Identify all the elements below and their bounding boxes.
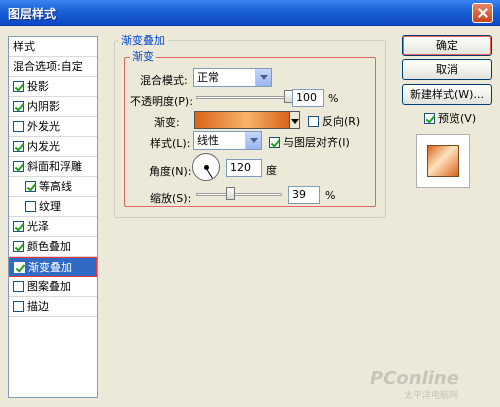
sidebar-item-label: 颜色叠加 <box>27 240 71 253</box>
ok-button[interactable]: 确定 <box>402 35 492 56</box>
group-title: 渐变叠加 <box>118 32 168 48</box>
gradient-style-value: 线性 <box>197 134 219 147</box>
sidebar-item-label: 描边 <box>27 300 49 313</box>
angle-dial-needle <box>205 167 213 179</box>
opacity-input[interactable]: 100 <box>292 89 324 107</box>
sidebar-item-checkbox[interactable] <box>13 121 24 132</box>
sidebar-item[interactable]: 内发光 <box>9 137 97 157</box>
sidebar-item[interactable]: 斜面和浮雕 <box>9 157 97 177</box>
scale-slider-thumb[interactable] <box>225 187 235 200</box>
title-bar <box>0 0 500 26</box>
reverse-checkbox[interactable] <box>308 116 319 127</box>
sidebar-item[interactable]: 等高线 <box>9 177 97 197</box>
sidebar-item[interactable]: 光泽 <box>9 217 97 237</box>
sidebar-item-label: 渐变叠加 <box>28 261 72 274</box>
reverse-label: 反向(R) <box>322 115 361 128</box>
sidebar-item-label: 等高线 <box>39 180 72 193</box>
angle-input[interactable]: 120 <box>226 159 262 177</box>
style-list: 样式 混合选项:自定 投影内阴影外发光内发光斜面和浮雕等高线纹理光泽颜色叠加渐变… <box>8 36 98 398</box>
sidebar-item[interactable]: 投影 <box>9 77 97 97</box>
chevron-down-icon <box>255 69 271 86</box>
sidebar-item-checkbox[interactable] <box>25 201 36 212</box>
align-with-layer-option[interactable]: 与图层对齐(I) <box>269 134 350 150</box>
scale-unit: % <box>325 189 336 202</box>
style-preview <box>416 134 470 188</box>
sidebar-item[interactable]: 内阴影 <box>9 97 97 117</box>
style-label: 样式(L): <box>150 137 191 150</box>
sidebar-item-checkbox[interactable] <box>13 101 24 112</box>
sidebar-item-checkbox[interactable] <box>25 181 36 192</box>
sidebar-item[interactable]: 图案叠加 <box>9 277 97 297</box>
blend-mode-select[interactable]: 正常 <box>193 68 272 87</box>
sidebar-item[interactable]: 纹理 <box>9 197 97 217</box>
scale-label: 缩放(S): <box>150 192 192 205</box>
sidebar-item-checkbox[interactable] <box>13 241 24 252</box>
preview-label: 预览(V) <box>438 112 477 125</box>
gradient-style-select[interactable]: 线性 <box>193 131 262 150</box>
sidebar-item-checkbox[interactable] <box>14 262 25 273</box>
cancel-button[interactable]: 取消 <box>402 59 492 80</box>
angle-unit: 度 <box>266 164 277 177</box>
preview-swatch <box>427 145 459 177</box>
sidebar-item[interactable]: 外发光 <box>9 117 97 137</box>
reverse-option[interactable]: 反向(R) <box>308 113 360 129</box>
sidebar-item-label: 内发光 <box>27 140 60 153</box>
sidebar-item-checkbox[interactable] <box>13 221 24 232</box>
sidebar-item-label: 图案叠加 <box>27 280 71 293</box>
sidebar-item-checkbox[interactable] <box>13 161 24 172</box>
align-with-layer-label: 与图层对齐(I) <box>283 136 350 149</box>
style-list-header: 样式 <box>9 37 97 57</box>
preview-checkbox[interactable] <box>424 113 435 124</box>
sidebar-item-label: 外发光 <box>27 120 60 133</box>
window-title: 图层样式 <box>8 7 57 21</box>
gradient-picker[interactable] <box>194 111 290 129</box>
new-style-button[interactable]: 新建样式(W)... <box>402 84 492 105</box>
sidebar-item-label: 内阴影 <box>27 100 60 113</box>
angle-dial[interactable] <box>192 153 220 181</box>
close-icon[interactable] <box>472 3 493 23</box>
scale-input[interactable]: 39 <box>288 186 320 204</box>
sidebar-item-label: 斜面和浮雕 <box>27 160 82 173</box>
opacity-label: 不透明度(P): <box>130 95 193 108</box>
sidebar-item-checkbox[interactable] <box>13 81 24 92</box>
sidebar-item-checkbox[interactable] <box>13 141 24 152</box>
watermark-subtitle: 太平洋电脑网 <box>404 391 459 401</box>
sidebar-item-checkbox[interactable] <box>13 301 24 312</box>
blend-mode-label: 混合模式: <box>140 74 188 87</box>
chevron-down-icon <box>245 132 261 149</box>
angle-label: 角度(N): <box>149 165 192 178</box>
scale-slider-track[interactable] <box>196 193 282 196</box>
sidebar-item-checkbox[interactable] <box>13 281 24 292</box>
blend-mode-value: 正常 <box>197 71 219 84</box>
section-title: 渐变 <box>130 48 156 64</box>
sidebar-item[interactable]: 描边 <box>9 297 97 317</box>
sidebar-item-blend-options[interactable]: 混合选项:自定 <box>9 57 97 77</box>
sidebar-item-label: 投影 <box>27 80 49 93</box>
sidebar-item[interactable]: 渐变叠加 <box>9 257 97 277</box>
opacity-unit: % <box>328 92 339 105</box>
watermark-logo: PConline <box>370 368 459 389</box>
preview-option[interactable]: 预览(V) <box>424 110 476 126</box>
sidebar-item-label: 纹理 <box>39 200 61 213</box>
sidebar-item[interactable]: 颜色叠加 <box>9 237 97 257</box>
sidebar-item-label: 光泽 <box>27 220 49 233</box>
gradient-label: 渐变: <box>154 116 180 129</box>
opacity-slider-track[interactable] <box>196 96 288 99</box>
gradient-dropdown-icon[interactable] <box>290 111 300 129</box>
sidebar-item-label: 混合选项:自定 <box>13 60 83 73</box>
align-with-layer-checkbox[interactable] <box>269 137 280 148</box>
